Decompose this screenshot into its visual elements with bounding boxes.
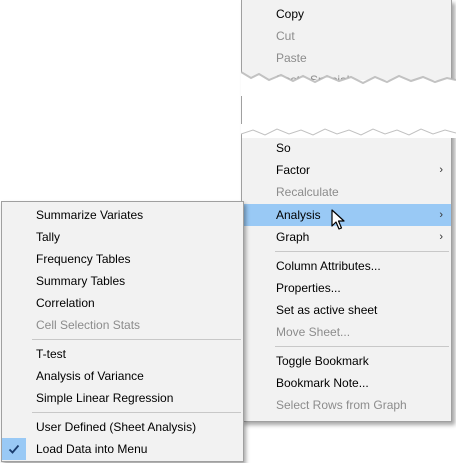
- chevron-right-icon: ›: [439, 231, 443, 243]
- menu-item-label: Toggle Bookmark: [276, 354, 369, 368]
- menu-item-label: Summary Tables: [36, 274, 126, 288]
- menu-item-bookmark-note[interactable]: Bookmark Note...: [242, 372, 451, 394]
- checkmark-icon: [2, 438, 26, 460]
- submenu-item-summary-tables[interactable]: Summary Tables: [2, 270, 243, 292]
- submenu-item-t-test[interactable]: T-test: [2, 343, 243, 365]
- menu-item-set-active-sheet[interactable]: Set as active sheet: [242, 299, 451, 321]
- menu-item-label: Correlation: [36, 296, 95, 310]
- menu-separator: [275, 251, 449, 252]
- mouse-pointer-icon: [331, 209, 345, 230]
- menu-item-label: Analysis: [276, 208, 321, 222]
- menu-item-label: Graph: [276, 230, 310, 244]
- menu-item-column-attributes[interactable]: Column Attributes...: [242, 255, 451, 277]
- menu-item-label: Simple Linear Regression: [36, 391, 174, 405]
- menu-item-cut: Cut: [242, 25, 451, 47]
- analysis-submenu: Summarize Variates Tally Frequency Table…: [1, 201, 244, 462]
- submenu-item-summarize-variates[interactable]: Summarize Variates: [2, 204, 243, 226]
- submenu-item-load-data-into-menu[interactable]: Load Data into Menu: [2, 438, 243, 460]
- menu-item-select-rows-from-graph: Select Rows from Graph: [242, 394, 451, 416]
- menu-separator: [275, 346, 449, 347]
- menu-item-sort[interactable]: So: [242, 137, 451, 159]
- menu-item-label: Factor: [276, 163, 311, 177]
- menu-item-toggle-bookmark[interactable]: Toggle Bookmark: [242, 350, 451, 372]
- menu-separator: [32, 339, 241, 340]
- torn-edge: [241, 71, 456, 96]
- menu-item-label: So: [276, 141, 291, 155]
- menu-item-label: Summarize Variates: [36, 208, 144, 222]
- submenu-item-tally[interactable]: Tally: [2, 226, 243, 248]
- menu-item-label: T-test: [36, 347, 67, 361]
- menu-item-label: Cell Selection Stats: [36, 318, 141, 332]
- menu-item-label: Cut: [276, 29, 295, 43]
- submenu-item-cell-selection-stats: Cell Selection Stats: [2, 314, 243, 336]
- menu-item-copy[interactable]: Copy: [242, 3, 451, 25]
- menu-item-label: Select Rows from Graph: [276, 398, 407, 412]
- menu-item-label: Column Attributes...: [276, 259, 381, 273]
- chevron-right-icon: ›: [439, 209, 443, 221]
- submenu-item-frequency-tables[interactable]: Frequency Tables: [2, 248, 243, 270]
- menu-item-move-sheet: Move Sheet...: [242, 321, 451, 343]
- submenu-item-simple-linear-regression[interactable]: Simple Linear Regression: [2, 387, 243, 409]
- menu-item-label: Load Data into Menu: [36, 442, 148, 456]
- menu-item-graph[interactable]: Graph ›: [242, 226, 451, 248]
- menu-item-properties[interactable]: Properties...: [242, 277, 451, 299]
- chevron-right-icon: ›: [439, 164, 443, 176]
- menu-item-label: Set as active sheet: [276, 303, 378, 317]
- menu-item-label: User Defined (Sheet Analysis): [36, 420, 197, 434]
- menu-item-label: Recalculate: [276, 185, 339, 199]
- menu-item-label: Bookmark Note...: [276, 376, 369, 390]
- torn-edge-lower: [241, 124, 456, 136]
- submenu-item-correlation[interactable]: Correlation: [2, 292, 243, 314]
- menu-item-factor[interactable]: Factor ›: [242, 159, 451, 181]
- menu-item-label: Tally: [36, 230, 61, 244]
- menu-separator: [32, 412, 241, 413]
- menu-item-label: Copy: [276, 7, 305, 21]
- menu-item-label: Properties...: [276, 281, 341, 295]
- submenu-item-analysis-of-variance[interactable]: Analysis of Variance: [2, 365, 243, 387]
- menu-item-recalculate: Recalculate: [242, 181, 451, 203]
- menu-item-label: Frequency Tables: [36, 252, 131, 266]
- submenu-item-user-defined[interactable]: User Defined (Sheet Analysis): [2, 416, 243, 438]
- menu-item-label: Analysis of Variance: [36, 369, 144, 383]
- menu-item-label: Move Sheet...: [276, 325, 351, 339]
- menu-item-analysis[interactable]: Analysis ›: [242, 204, 451, 226]
